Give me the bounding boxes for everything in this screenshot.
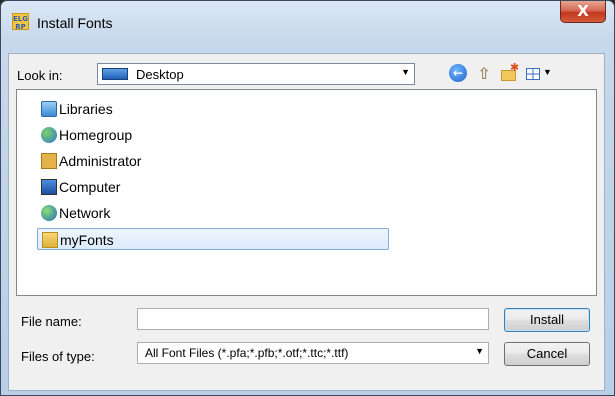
list-item-label: Computer	[59, 179, 121, 195]
homegroup-icon	[41, 127, 57, 143]
dialog-client-area: Look in: Desktop ▼ ← ⇧ ✱ ▼ Libraries Hom…	[8, 53, 605, 391]
window-title: Install Fonts	[37, 15, 113, 31]
libraries-icon	[41, 101, 57, 117]
user-folder-icon	[41, 153, 57, 169]
install-fonts-dialog: ELG RP Install Fonts X Look in: Desktop ▼…	[0, 0, 615, 396]
up-folder-icon[interactable]: ⇧	[474, 64, 494, 84]
list-item-label: Homegroup	[59, 127, 133, 143]
install-button[interactable]: Install	[504, 308, 590, 332]
cancel-button[interactable]: Cancel	[504, 342, 590, 366]
chevron-down-icon: ▼	[401, 67, 410, 77]
file-name-input[interactable]	[137, 308, 489, 330]
view-menu-icon[interactable]: ▼	[526, 64, 558, 84]
list-item-computer[interactable]: Computer	[37, 176, 389, 198]
new-folder-icon[interactable]: ✱	[499, 62, 519, 84]
list-item-label: Administrator	[59, 153, 142, 169]
back-icon[interactable]: ←	[449, 64, 467, 82]
app-icon: ELG RP	[12, 13, 29, 31]
list-item-label: Network	[59, 205, 111, 221]
list-item-label: Libraries	[59, 101, 113, 117]
desktop-icon	[102, 68, 128, 80]
list-item-network[interactable]: Network	[37, 202, 389, 224]
list-item-label: myFonts	[60, 232, 114, 248]
list-item-myfonts[interactable]: myFonts	[37, 228, 389, 250]
title-bar[interactable]: ELG RP Install Fonts X	[1, 1, 614, 53]
look-in-dropdown[interactable]: Desktop ▼	[97, 63, 415, 85]
list-item-administrator[interactable]: Administrator	[37, 150, 389, 172]
chevron-down-icon: ▼	[475, 346, 484, 356]
file-name-label: File name:	[21, 314, 82, 329]
look-in-value: Desktop	[136, 67, 184, 82]
file-type-value: All Font Files (*.pfa;*.pfb;*.otf;*.ttc;…	[145, 346, 349, 360]
file-list[interactable]: Libraries Homegroup Administrator Comput…	[16, 89, 597, 296]
file-type-dropdown[interactable]: All Font Files (*.pfa;*.pfb;*.otf;*.ttc;…	[137, 342, 489, 364]
computer-icon	[41, 179, 57, 195]
list-item-homegroup[interactable]: Homegroup	[37, 124, 389, 146]
list-item-libraries[interactable]: Libraries	[37, 98, 389, 120]
file-type-label: Files of type:	[21, 349, 95, 364]
close-button[interactable]: X	[560, 1, 606, 23]
look-in-label: Look in:	[17, 68, 63, 83]
network-icon	[41, 205, 57, 221]
folder-icon	[42, 232, 58, 248]
